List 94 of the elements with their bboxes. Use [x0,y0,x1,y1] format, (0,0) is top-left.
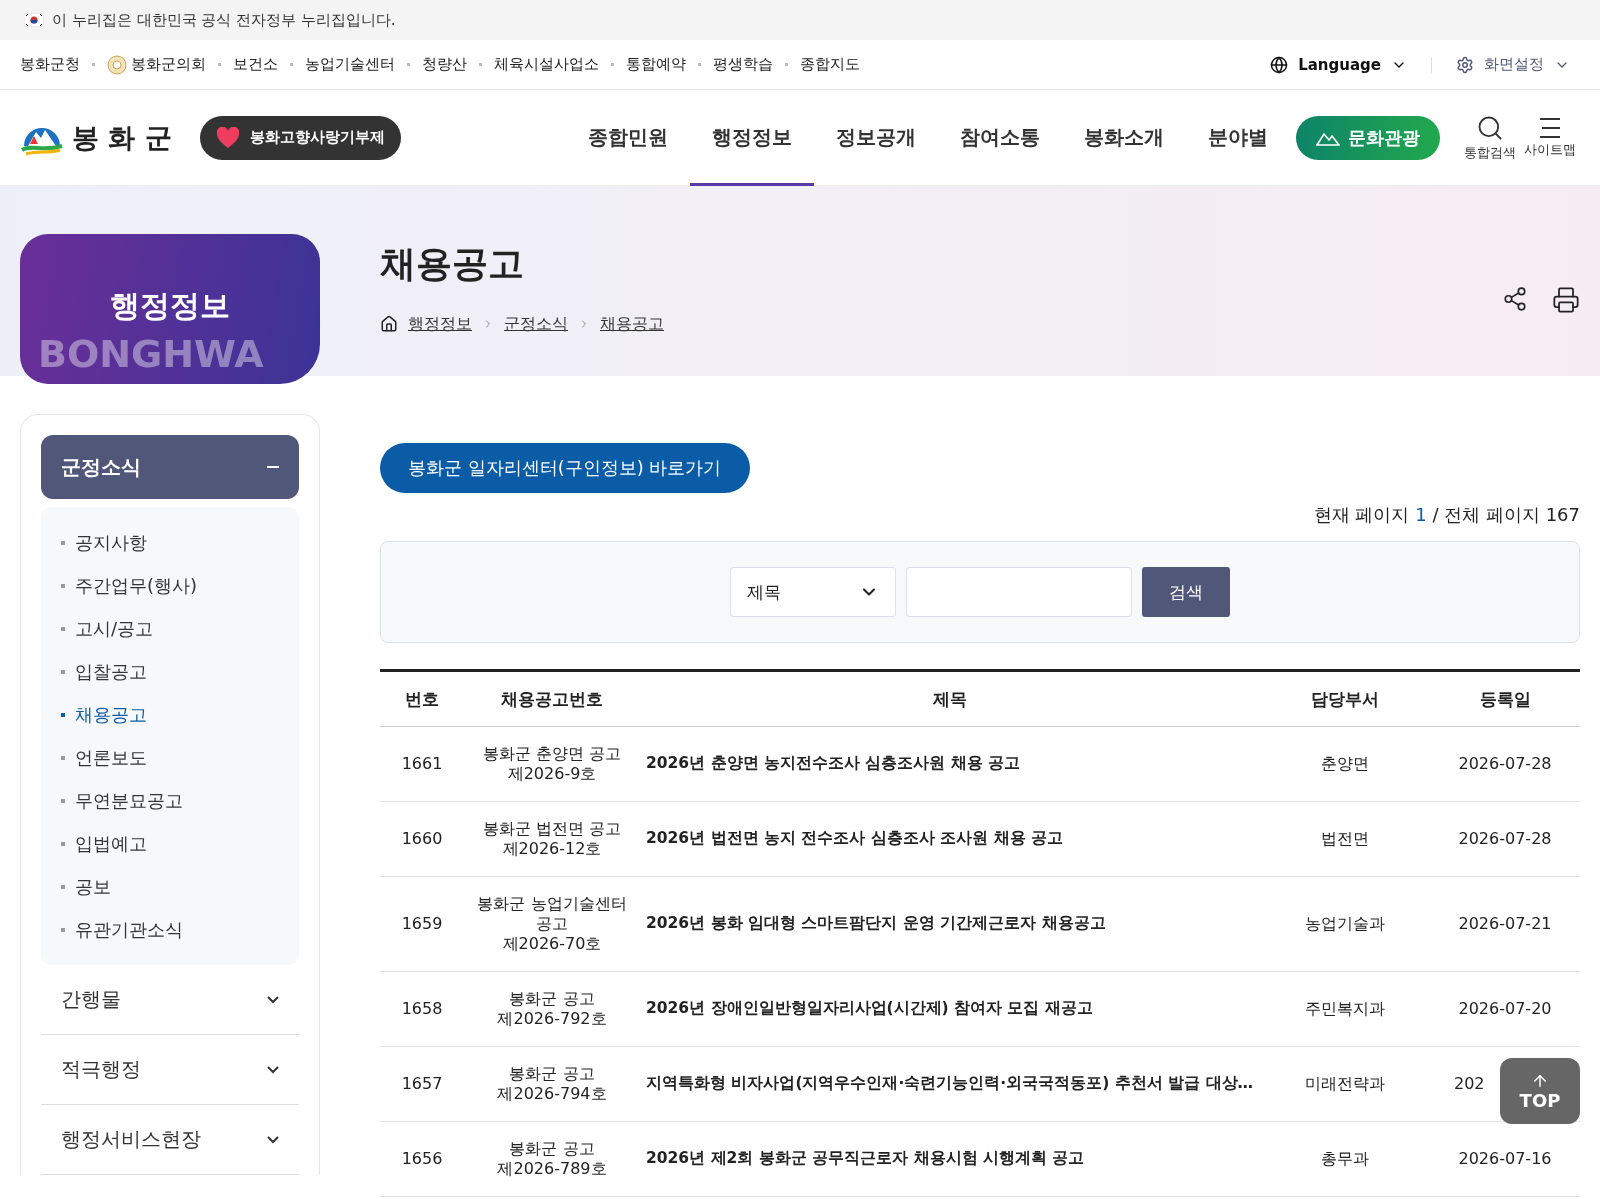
search-category-select[interactable]: 제목 [730,567,896,617]
table-cell: 1658 [380,971,464,1047]
nav-tab[interactable]: 분야별 [1186,89,1290,186]
column-header: 채용공고번호 [464,670,640,727]
submenu-item[interactable]: 무연분묘공고 [61,779,279,822]
post-title-link[interactable]: 2026년 장애인일반형일자리사업(시간제) 참여자 모집 재공고 [640,971,1260,1047]
post-title-link[interactable]: 2026년 봉화 임대형 스마트팜단지 운영 기간제근로자 채용공고 [640,876,1260,972]
table-cell: 봉화군 춘양면 공고 제2026-9호 [464,726,640,802]
table-cell: 2026-07-20 [1430,971,1580,1047]
submenu-item[interactable]: 고시/공고 [61,607,279,650]
nav-tab[interactable]: 봉화소개 [1062,89,1186,186]
language-button[interactable]: Language [1260,55,1417,74]
submenu-item[interactable]: 유관기관소식 [61,908,279,951]
table-cell: 1657 [380,1046,464,1122]
print-icon [1552,286,1580,314]
chevron-down-icon [267,995,279,1004]
collapse-icon [267,465,279,469]
table-cell: 2026-07-21 [1430,876,1580,972]
table-cell: 봉화군 공고 제2026-792호 [464,971,640,1047]
submenu-item[interactable]: 입찰공고 [61,650,279,693]
family-site-link[interactable]: 봉화군의회 [107,54,206,75]
globe-icon [1270,55,1289,74]
notice-text: 이 누리집은 대한민국 공식 전자정부 누리집입니다. [52,10,396,30]
nav-tab[interactable]: 종합민원 [566,89,690,186]
family-site-link[interactable]: 통합예약 [626,55,686,74]
chevron-down-icon [267,1065,279,1074]
page-info: 현재 페이지 1 / 전체 페이지 167 [1312,503,1580,527]
search-input[interactable] [906,567,1132,617]
breadcrumb-link[interactable]: 군정소식 [504,313,568,335]
section-title: 행정정보 [110,287,230,325]
family-site-link[interactable]: 봉화군청 [20,55,80,74]
table-cell: 춘양면 [1260,726,1430,802]
table-cell: 봉화군 공고 제2026-789호 [464,1121,640,1197]
post-title-link[interactable]: 2026년 춘양면 농지전수조사 심층조사원 채용 공고 [640,726,1260,802]
family-site-link[interactable]: 체육시설사업소 [494,55,599,74]
table-cell: 주민복지과 [1260,971,1430,1047]
family-site-link[interactable]: 보건소 [233,55,278,74]
table-cell: 봉화군 법전면 공고 제2026-12호 [464,801,640,877]
column-header: 제목 [640,670,1260,727]
menu-section-button[interactable]: 적극행정 [41,1035,299,1105]
menu-section-button[interactable]: 간행물 [41,965,299,1035]
column-header: 담당부서 [1260,670,1430,727]
table-cell: 총무과 [1260,1121,1430,1197]
post-title-link[interactable]: 지역특화형 비자사업(지역우수인재·숙련기능인력·외국국적동포) 추천서 발급 대상… [640,1046,1260,1122]
table-cell: 1659 [380,876,464,972]
menu-section-button[interactable]: 군정소식 [41,435,299,499]
table-cell: 농업기술과 [1260,876,1430,972]
flag-icon [24,13,44,27]
search-submit-button[interactable]: 검색 [1142,567,1230,617]
home-icon [380,315,398,333]
donation-button[interactable]: 봉화고향사랑기부제 [199,115,401,160]
table-cell: 1661 [380,726,464,802]
submenu-item[interactable]: 채용공고 [61,693,279,736]
submenu-item[interactable]: 공보 [61,865,279,908]
family-site-link[interactable]: 농업기술센터 [305,55,395,74]
table-cell: 법전면 [1260,801,1430,877]
nav-tab[interactable]: 참여소통 [938,89,1062,186]
share-icon [1502,286,1528,312]
banner-watermark: BONGHWA [38,332,264,376]
column-header: 번호 [380,670,464,727]
culture-tourism-button[interactable]: 문화관광 [1296,115,1440,160]
menu-section-button[interactable]: 행정서비스현장 [41,1105,299,1175]
table-cell: 1660 [380,801,464,877]
table-cell: 2026-07-28 [1430,801,1580,877]
emblem-icon [107,54,127,75]
column-header: 등록일 [1430,670,1580,727]
family-site-link[interactable]: 종합지도 [800,55,860,74]
chevron-down-icon [267,1135,279,1144]
breadcrumb-link[interactable]: 행정정보 [408,313,472,335]
breadcrumb-link[interactable]: 채용공고 [600,313,664,335]
menu-icon [1537,116,1563,139]
submenu-item[interactable]: 언론보도 [61,736,279,779]
back-to-top-button[interactable]: TOP [1500,1058,1580,1124]
heart-icon [215,126,240,149]
table-cell: 미래전략과 [1260,1046,1430,1122]
submenu-item[interactable]: 입법예고 [61,822,279,865]
table-cell: 2026-07-28 [1430,726,1580,802]
settings-icon [1456,55,1474,74]
submenu-item[interactable]: 주간업무(행사) [61,564,279,607]
page-title: 채용공고 [380,242,525,286]
post-title-link[interactable]: 2026년 법전면 농지 전수조사 심층조사 조사원 채용 공고 [640,801,1260,877]
job-center-button[interactable]: 봉화군 일자리센터(구인정보) 바로가기 [380,443,750,493]
family-site-link[interactable]: 평생학습 [713,55,773,74]
sitemap-button[interactable]: 사이트맵 [1520,116,1580,159]
table-cell: 봉화군 농업기술센터 공고 제2026-70호 [464,876,640,972]
submenu-item[interactable]: 공지사항 [61,521,279,564]
family-site-link[interactable]: 청량산 [422,55,467,74]
nav-tab[interactable]: 정보공개 [814,89,938,186]
table-cell: 1656 [380,1121,464,1197]
settings-button[interactable]: 화면설정 [1446,55,1580,74]
table-cell: 봉화군 공고 제2026-794호 [464,1046,640,1122]
site-logo[interactable]: 봉 화 군 [20,119,172,156]
search-button[interactable]: 통합검색 [1460,113,1520,162]
post-title-link[interactable]: 2026년 제2회 봉화군 공무직근로자 채용시험 시행계획 공고 [640,1121,1260,1197]
